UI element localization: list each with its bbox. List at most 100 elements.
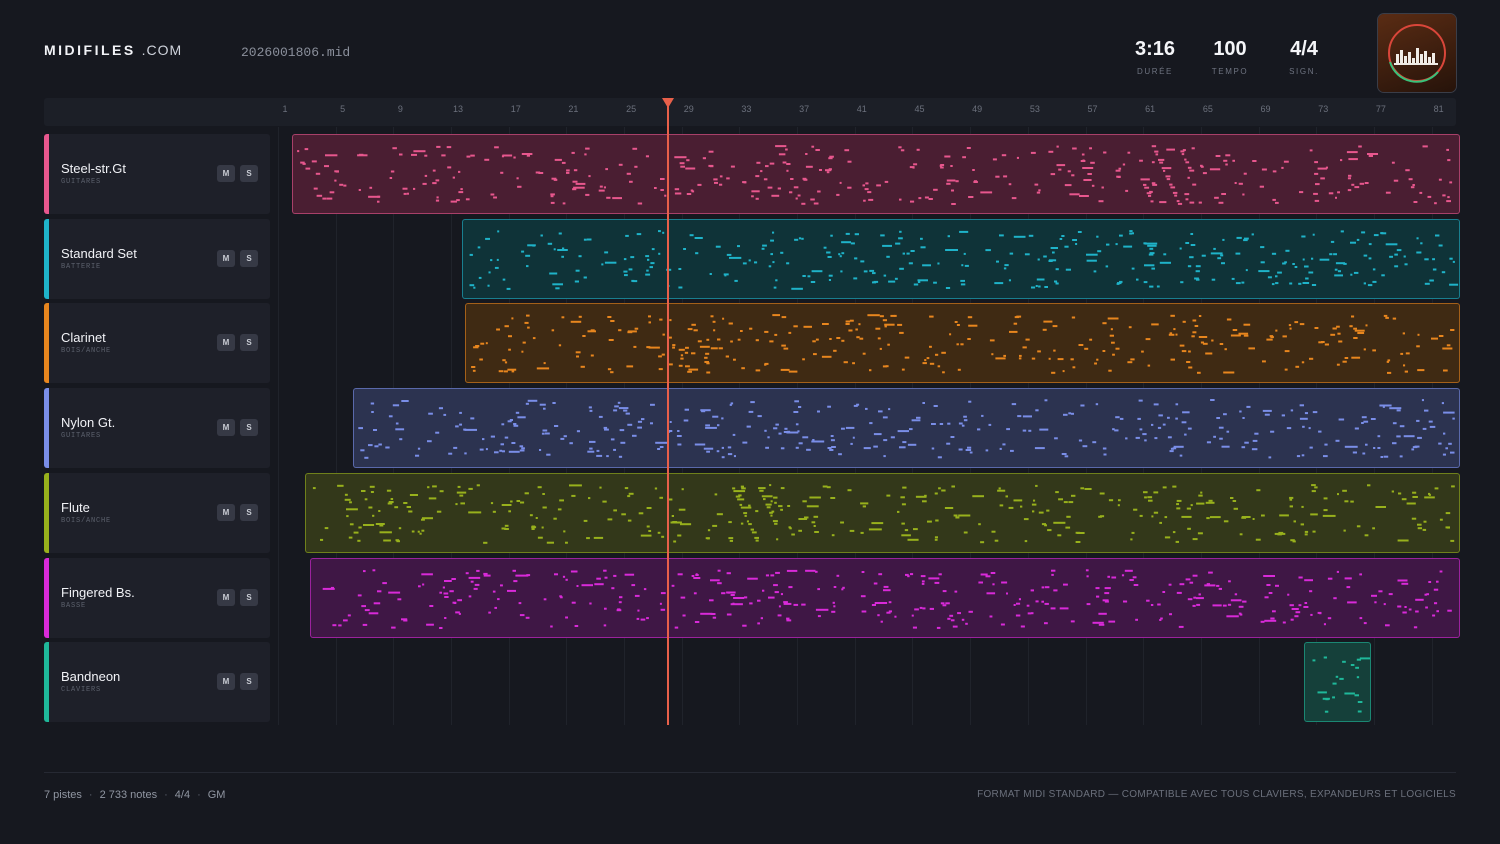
midi-note xyxy=(1351,357,1361,360)
midi-note xyxy=(541,526,544,529)
midi-note xyxy=(781,344,787,347)
midi-note xyxy=(465,571,469,574)
midi-note xyxy=(1359,182,1365,185)
midi-note xyxy=(872,271,876,274)
midi-note xyxy=(727,591,730,594)
mute-button[interactable]: M xyxy=(217,249,235,267)
midi-note xyxy=(1348,189,1352,192)
track-header[interactable]: Nylon Gt. GUITARES M S xyxy=(44,388,270,469)
midi-note xyxy=(941,489,946,492)
solo-button[interactable]: S xyxy=(240,588,258,606)
solo-button[interactable]: S xyxy=(240,503,258,521)
ruler-tick-label: 49 xyxy=(972,104,983,114)
track-header[interactable]: Flute BOIS/ANCHE M S xyxy=(44,472,270,553)
solo-button[interactable]: S xyxy=(240,165,258,182)
midi-note xyxy=(1187,176,1191,179)
midi-note xyxy=(343,184,347,187)
midi-note xyxy=(1424,606,1428,608)
midi-note xyxy=(654,441,668,444)
midi-note xyxy=(898,146,902,149)
midi-note xyxy=(786,169,789,172)
midi-note xyxy=(1087,173,1093,175)
midi-note xyxy=(822,323,830,326)
mute-button[interactable]: M xyxy=(217,588,235,606)
midi-note xyxy=(456,491,467,494)
midi-note xyxy=(1315,183,1320,186)
midi-note xyxy=(728,520,732,523)
midi-clip[interactable] xyxy=(1304,642,1371,723)
midi-note xyxy=(1170,358,1176,361)
midi-note xyxy=(860,260,865,263)
midi-note xyxy=(990,339,995,342)
playhead[interactable] xyxy=(667,104,670,725)
midi-note xyxy=(1242,193,1245,196)
midi-note xyxy=(955,180,959,183)
midi-note xyxy=(360,604,366,607)
midi-note xyxy=(904,356,910,359)
midi-note xyxy=(732,487,736,490)
midi-note xyxy=(773,519,779,522)
midi-note xyxy=(811,521,816,524)
midi-note xyxy=(1044,602,1049,605)
midi-clip[interactable] xyxy=(465,303,1461,384)
track-header[interactable]: Clarinet BOIS/ANCHE M S xyxy=(44,303,270,384)
track-header[interactable]: Steel-str.Gt GUITARES M S xyxy=(44,134,270,214)
midi-note xyxy=(662,231,665,234)
midi-note xyxy=(695,251,699,254)
midi-note xyxy=(470,417,475,420)
track-category: GUITARES xyxy=(61,178,102,186)
midi-note xyxy=(588,602,592,604)
midi-clip[interactable] xyxy=(292,134,1461,214)
solo-button[interactable]: S xyxy=(240,419,258,437)
mute-button[interactable]: M xyxy=(217,334,235,352)
solo-button[interactable]: S xyxy=(240,249,258,267)
midi-note xyxy=(780,251,784,254)
midi-note xyxy=(646,525,650,528)
midi-note xyxy=(1230,496,1234,499)
midi-note xyxy=(497,258,500,261)
track-header[interactable]: Standard Set BATTERIE M S xyxy=(44,218,270,299)
midi-note xyxy=(1292,540,1296,543)
track-header[interactable]: Bandneon CLAVIERS M S xyxy=(44,642,270,723)
midi-note xyxy=(504,370,509,373)
midi-clip[interactable] xyxy=(462,218,1461,299)
album-cover[interactable] xyxy=(1378,14,1456,92)
midi-note xyxy=(550,193,556,196)
midi-note xyxy=(628,492,634,495)
solo-button[interactable]: S xyxy=(240,334,258,352)
midi-note xyxy=(453,601,456,604)
midi-note xyxy=(1232,329,1238,332)
midi-note xyxy=(559,499,565,502)
midi-clip[interactable] xyxy=(352,388,1461,469)
mute-button[interactable]: M xyxy=(217,419,235,437)
midi-note xyxy=(636,617,639,620)
midi-note xyxy=(827,171,830,174)
mute-button[interactable]: M xyxy=(217,165,235,182)
midi-note xyxy=(1358,145,1363,148)
midi-note xyxy=(764,429,767,432)
midi-note xyxy=(1062,370,1065,373)
midi-note xyxy=(956,343,960,346)
midi-note xyxy=(727,253,732,256)
mute-button[interactable]: M xyxy=(217,673,235,691)
ruler-tick-label: 29 xyxy=(683,104,694,114)
midi-note xyxy=(1408,608,1411,610)
midi-note xyxy=(660,189,665,191)
midi-note xyxy=(1439,570,1442,572)
midi-note xyxy=(836,337,841,340)
midi-note xyxy=(420,572,433,575)
midi-clip[interactable] xyxy=(305,472,1461,553)
midi-note xyxy=(911,614,914,617)
midi-note xyxy=(794,400,799,403)
midi-note xyxy=(1449,451,1455,454)
track-header[interactable]: Fingered Bs. BASSE M S xyxy=(44,557,270,638)
midi-note xyxy=(859,338,864,341)
midi-note xyxy=(479,448,484,451)
midi-note xyxy=(1238,182,1244,185)
midi-clip[interactable] xyxy=(309,557,1461,638)
mute-button[interactable]: M xyxy=(217,503,235,521)
midi-note xyxy=(1078,344,1084,347)
solo-button[interactable]: S xyxy=(240,673,258,691)
midi-note xyxy=(387,591,400,594)
app-logo[interactable]: MIDIFILES .COM xyxy=(44,42,182,58)
